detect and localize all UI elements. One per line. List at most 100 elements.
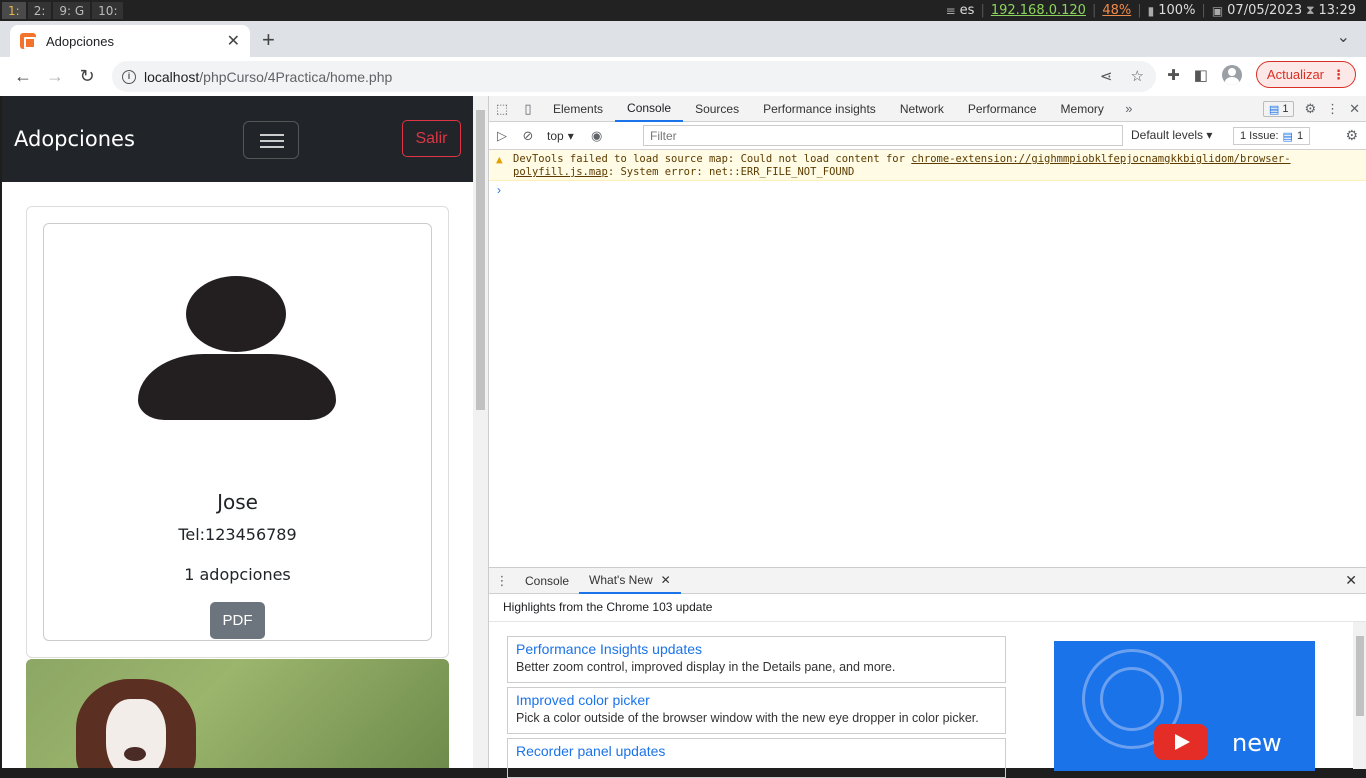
reload-button[interactable]: ↻ bbox=[72, 62, 102, 92]
workspace-2[interactable]: 2: bbox=[27, 2, 52, 19]
workspace-1[interactable]: 1: bbox=[2, 2, 26, 19]
clear-console-icon[interactable]: ⊘ bbox=[515, 123, 541, 149]
language-indicator: es bbox=[959, 3, 975, 18]
separator: | bbox=[1201, 3, 1206, 18]
tab-search-chevron-icon[interactable]: ⌄ bbox=[1337, 27, 1350, 47]
browser-toolbar: ← → ↻ i localhost/phpCurso/4Practica/hom… bbox=[0, 57, 1366, 96]
tab-performance[interactable]: Performance bbox=[956, 96, 1049, 122]
separator: | bbox=[980, 3, 985, 18]
dropdown-arrow-icon: ▾ bbox=[567, 128, 574, 143]
pdf-button[interactable]: PDF bbox=[210, 602, 265, 639]
whats-new-item[interactable]: Performance Insights updates Better zoom… bbox=[507, 636, 1006, 683]
issue-icon: ▤ bbox=[1282, 130, 1293, 143]
messages-badge[interactable]: ▤ 1 bbox=[1262, 101, 1295, 117]
hamburger-line bbox=[260, 140, 284, 142]
log-levels-select[interactable]: Default levels ▾ bbox=[1131, 128, 1212, 142]
scrollbar-thumb[interactable] bbox=[1356, 636, 1364, 716]
whats-new-item[interactable]: Recorder panel updates bbox=[507, 738, 1006, 778]
back-button[interactable]: ← bbox=[8, 62, 38, 92]
clock-icon: ⧗ bbox=[1306, 3, 1315, 17]
more-tabs-chevron-icon[interactable]: » bbox=[1116, 96, 1142, 122]
share-icon[interactable]: ⋖ bbox=[1100, 67, 1113, 85]
whats-new-video-thumbnail[interactable]: new bbox=[1054, 641, 1315, 771]
item-title[interactable]: Improved color picker bbox=[516, 692, 997, 708]
levels-label: Default levels bbox=[1131, 128, 1204, 142]
console-prompt[interactable]: › bbox=[489, 181, 1366, 199]
drawer-tab-whats-new[interactable]: What's New ✕ bbox=[579, 568, 681, 594]
hamburger-line bbox=[260, 134, 284, 136]
user-phone: Tel:123456789 bbox=[178, 525, 297, 544]
drawer-tab-console[interactable]: Console bbox=[515, 568, 579, 594]
battery-icon: ▮ bbox=[1147, 3, 1155, 18]
logout-button[interactable]: Salir bbox=[402, 120, 461, 157]
side-panel-icon[interactable]: ◧ bbox=[1194, 66, 1208, 84]
warning-icon: ▲ bbox=[496, 153, 503, 166]
tab-title: Adopciones bbox=[46, 33, 114, 49]
date: 07/05/2023 bbox=[1227, 3, 1303, 18]
navbar-toggler-button[interactable] bbox=[243, 121, 299, 159]
console-settings-gear-icon[interactable]: ⚙ bbox=[1345, 127, 1358, 144]
xampp-favicon-icon bbox=[20, 33, 36, 49]
tab-elements[interactable]: Elements bbox=[541, 96, 615, 122]
youtube-play-icon[interactable] bbox=[1154, 724, 1208, 760]
live-expression-eye-icon[interactable]: ◉ bbox=[584, 123, 610, 149]
devtools-tabbar: ⬚ ▯ Elements Console Sources Performance… bbox=[489, 96, 1366, 122]
issues-count: 1 bbox=[1296, 130, 1304, 142]
workspace-10[interactable]: 10: bbox=[92, 2, 124, 19]
video-caption: new bbox=[1232, 729, 1282, 757]
devtools-menu-icon[interactable]: ⋮ bbox=[1326, 101, 1339, 117]
settings-gear-icon[interactable]: ⚙ bbox=[1304, 101, 1316, 117]
device-toolbar-icon[interactable]: ▯ bbox=[515, 96, 541, 122]
site-info-icon[interactable]: i bbox=[122, 69, 136, 84]
address-bar[interactable]: i localhost/phpCurso/4Practica/home.php … bbox=[112, 61, 1156, 92]
context-select[interactable]: top ▾ bbox=[547, 129, 574, 143]
volume-level: 48% bbox=[1102, 3, 1132, 18]
whats-new-item[interactable]: Improved color picker Pick a color outsi… bbox=[507, 687, 1006, 734]
url-path: /phpCurso/4Practica/home.php bbox=[199, 68, 393, 85]
browser-chrome: Adopciones ✕ + ⌄ ← → ↻ i localhost/phpCu… bbox=[0, 21, 1366, 96]
forward-button[interactable]: → bbox=[40, 62, 70, 92]
close-tab-icon[interactable]: ✕ bbox=[661, 573, 671, 587]
web-page: Adopciones Salir Jose Tel:123456789 1 ad… bbox=[2, 96, 473, 768]
scrollbar-thumb[interactable] bbox=[476, 110, 485, 410]
close-tab-icon[interactable]: ✕ bbox=[227, 31, 240, 51]
issues-badge[interactable]: 1 Issue: ▤ 1 bbox=[1233, 127, 1311, 145]
separator: | bbox=[1137, 3, 1142, 18]
system-tray: ≡ es | 192.168.0.120 | 48% | ▮ 100% | ▣ … bbox=[946, 0, 1356, 21]
tab-console[interactable]: Console bbox=[615, 96, 684, 122]
new-tab-button[interactable]: + bbox=[262, 27, 275, 53]
system-bar: 1: 2: 9: G 10: ≡ es | 192.168.0.120 | 48… bbox=[0, 0, 1366, 21]
bookmark-star-icon[interactable]: ☆ bbox=[1131, 67, 1144, 85]
inspect-element-icon[interactable]: ⬚ bbox=[489, 96, 515, 122]
drawer-scrollbar[interactable] bbox=[1353, 622, 1366, 769]
battery-level: 100% bbox=[1158, 3, 1196, 18]
workspace-9[interactable]: 9: G bbox=[53, 2, 91, 19]
hamburger-line bbox=[260, 146, 284, 148]
drawer-menu-icon[interactable]: ⋮ bbox=[489, 568, 515, 594]
message-count: 1 bbox=[1282, 103, 1289, 115]
close-drawer-icon[interactable]: ✕ bbox=[1345, 572, 1357, 589]
page-scrollbar[interactable] bbox=[473, 96, 488, 768]
context-value: top bbox=[547, 128, 564, 143]
url-host: localhost bbox=[144, 68, 200, 85]
tab-network[interactable]: Network bbox=[888, 96, 956, 122]
user-avatar-icon bbox=[138, 276, 338, 422]
warning-error-text: : System error: net::ERR_FILE_NOT_FOUND bbox=[607, 166, 855, 178]
tab-performance-insights[interactable]: Performance insights bbox=[751, 96, 888, 122]
tab-memory[interactable]: Memory bbox=[1049, 96, 1116, 122]
navbar-brand[interactable]: Adopciones bbox=[14, 127, 135, 151]
message-icon: ▤ bbox=[1268, 103, 1280, 116]
item-title[interactable]: Performance Insights updates bbox=[516, 641, 997, 657]
item-title[interactable]: Recorder panel updates bbox=[516, 743, 997, 759]
browser-tab[interactable]: Adopciones ✕ bbox=[10, 25, 250, 57]
profile-card: Jose Tel:123456789 1 adopciones PDF bbox=[43, 223, 432, 641]
console-filter-input[interactable]: Filter bbox=[643, 125, 1123, 146]
tab-sources[interactable]: Sources bbox=[683, 96, 751, 122]
extensions-puzzle-icon[interactable]: ✚ bbox=[1167, 66, 1180, 84]
tab-strip: Adopciones ✕ + ⌄ bbox=[0, 21, 1366, 57]
profile-avatar-icon[interactable] bbox=[1221, 64, 1242, 85]
update-label: Actualizar bbox=[1266, 67, 1324, 82]
update-button[interactable]: Actualizar ⋮ bbox=[1255, 61, 1356, 88]
sidebar-toggle-icon[interactable]: ▷ bbox=[489, 123, 515, 149]
close-devtools-icon[interactable]: ✕ bbox=[1349, 101, 1360, 117]
